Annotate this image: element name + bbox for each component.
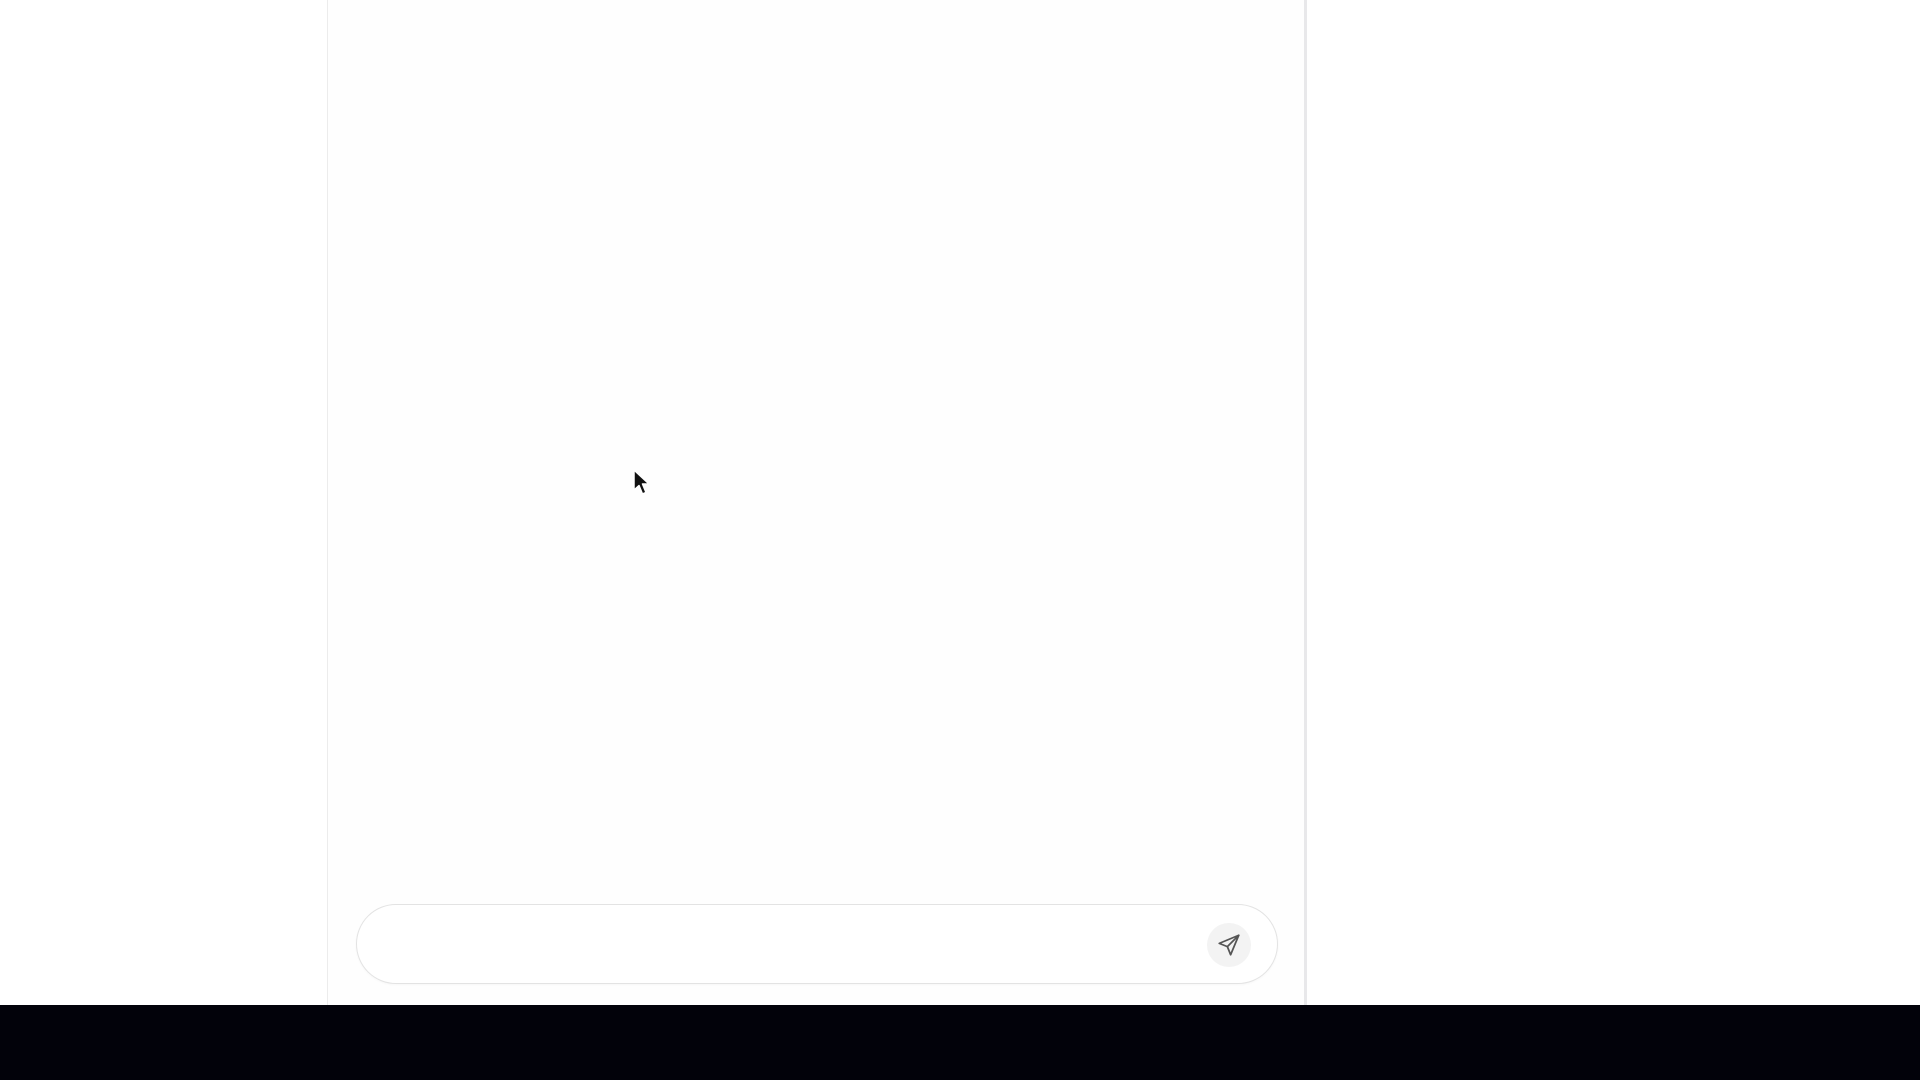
send-icon bbox=[1216, 932, 1242, 958]
chat-panel bbox=[327, 0, 1307, 1005]
app-viewport bbox=[0, 0, 1920, 1005]
message-input[interactable] bbox=[387, 925, 1191, 967]
message-composer bbox=[356, 904, 1278, 984]
messages-area[interactable] bbox=[328, 0, 1304, 905]
mouse-pointer-icon bbox=[632, 469, 652, 497]
send-button[interactable] bbox=[1207, 923, 1251, 967]
taskbar bbox=[0, 1005, 1920, 1080]
